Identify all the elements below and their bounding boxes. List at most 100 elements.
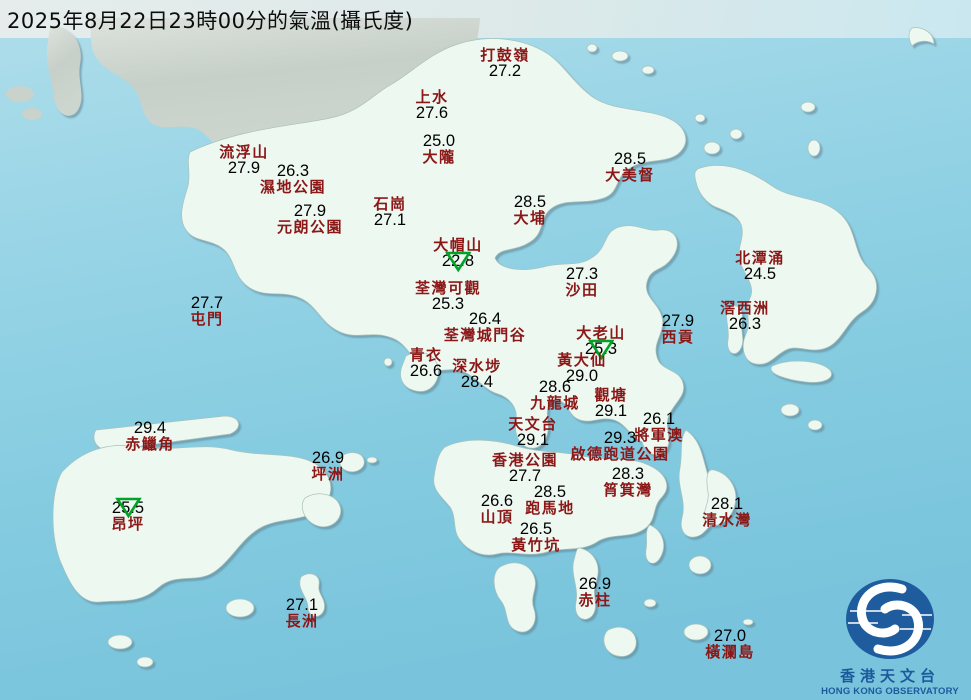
hko-logo-icon: [842, 577, 938, 661]
station-value: 27.0: [705, 628, 755, 645]
station-label: 香港公園27.7: [492, 453, 558, 485]
station-label: 26.9赤柱: [578, 576, 611, 608]
station-label: 28.6九龍城: [530, 379, 580, 411]
station-name: 長洲: [285, 614, 318, 629]
station-label: 27.3沙田: [565, 266, 598, 298]
station-name: 荃灣城門谷: [444, 328, 527, 343]
station-value: 25.0: [422, 133, 455, 150]
station-name: 啟德跑道公園: [570, 447, 669, 462]
station-value: 26.4: [444, 311, 527, 328]
station-label: 25.0大隴: [422, 133, 455, 165]
station-value: 26.9: [578, 576, 611, 593]
station-name: 大美督: [605, 168, 655, 183]
hko-logo-english: HONG KONG OBSERVATORY: [815, 686, 965, 698]
station-name: 北潭涌: [735, 251, 785, 266]
station-value: 24.5: [735, 266, 785, 283]
station-label: 27.7屯門: [190, 295, 223, 327]
station-label: 青衣26.6: [409, 348, 442, 380]
station-value: 26.5: [511, 521, 561, 538]
station-name: 深水埗: [452, 359, 502, 374]
station-name: 坪洲: [311, 467, 344, 482]
station-name: 元朗公園: [277, 220, 343, 235]
station-value: 29.3: [570, 430, 669, 447]
station-value: 27.1: [373, 212, 406, 229]
station-name: 清水灣: [702, 513, 752, 528]
station-label: 25.5昂坪: [111, 500, 144, 532]
station-label: 28.5大美督: [605, 151, 655, 183]
station-name: 西貢: [661, 330, 694, 345]
station-name: 屯門: [190, 312, 223, 327]
station-label: 天文台29.1: [508, 417, 558, 449]
station-label: 26.9坪洲: [311, 450, 344, 482]
station-name: 天文台: [508, 417, 558, 432]
station-label: 28.5跑馬地: [525, 484, 575, 516]
hko-logo: 香港天文台 HONG KONG OBSERVATORY: [815, 577, 965, 698]
station-name: 橫瀾島: [705, 645, 755, 660]
station-value: 27.2: [480, 63, 530, 80]
station-name: 九龍城: [530, 396, 580, 411]
station-name: 香港公園: [492, 453, 558, 468]
station-name: 滘西洲: [720, 301, 770, 316]
station-name: 赤鱲角: [125, 437, 175, 452]
station-value: 28.3: [603, 466, 653, 483]
station-name: 打鼓嶺: [480, 48, 530, 63]
station-label: 29.4赤鱲角: [125, 420, 175, 452]
station-value: 26.6: [480, 493, 513, 510]
station-name: 青衣: [409, 348, 442, 363]
station-label: 上水27.6: [415, 90, 448, 122]
station-value: 28.1: [702, 496, 752, 513]
station-label: 北潭涌24.5: [735, 251, 785, 283]
station-label: 大帽山22.8: [433, 238, 483, 270]
station-label: 打鼓嶺27.2: [480, 48, 530, 80]
station-value: 29.4: [125, 420, 175, 437]
station-name: 石崗: [373, 197, 406, 212]
station-value: 27.9: [661, 313, 694, 330]
hko-logo-chinese: 香港天文台: [815, 667, 965, 686]
station-value: 28.5: [605, 151, 655, 168]
station-value: 28.5: [513, 194, 546, 211]
station-value: 28.4: [452, 374, 502, 391]
station-name: 荃灣可觀: [415, 281, 481, 296]
station-label: 荃灣可觀25.3: [415, 281, 481, 313]
station-label: 28.5大埔: [513, 194, 546, 226]
station-value: 22.8: [433, 253, 483, 270]
station-name: 流浮山: [219, 145, 269, 160]
temperature-map-screen: 2025年8月22日23時00分的氣溫(攝氏度) 打鼓嶺27.2上水27.625…: [0, 0, 971, 700]
station-label: 27.9元朗公園: [277, 203, 343, 235]
station-label: 石崗27.1: [373, 197, 406, 229]
station-label: 28.3筲箕灣: [603, 466, 653, 498]
station-label: 26.4荃灣城門谷: [444, 311, 527, 343]
station-name: 筲箕灣: [603, 483, 653, 498]
station-value: 27.3: [565, 266, 598, 283]
station-name: 上水: [415, 90, 448, 105]
station-name: 山頂: [480, 510, 513, 525]
station-name: 觀塘: [594, 388, 627, 403]
station-value: 26.9: [311, 450, 344, 467]
station-label: 觀塘29.1: [594, 388, 627, 420]
station-label: 滘西洲26.3: [720, 301, 770, 333]
station-value: 27.7: [190, 295, 223, 312]
station-label: 深水埗28.4: [452, 359, 502, 391]
station-value: 28.5: [525, 484, 575, 501]
station-name: 濕地公園: [260, 180, 326, 195]
station-value: 27.6: [415, 105, 448, 122]
station-label: 29.3啟德跑道公園: [570, 430, 669, 462]
station-label: 26.5黃竹坑: [511, 521, 561, 553]
station-value: 25.5: [111, 500, 144, 517]
station-name: 黃大仙: [557, 353, 607, 368]
station-value: 26.3: [720, 316, 770, 333]
station-name: 黃竹坑: [511, 538, 561, 553]
station-label: 26.3濕地公園: [260, 163, 326, 195]
station-value: 29.1: [508, 432, 558, 449]
station-name: 大埔: [513, 211, 546, 226]
station-name: 大隴: [422, 150, 455, 165]
station-value: 28.6: [530, 379, 580, 396]
station-name: 跑馬地: [525, 501, 575, 516]
station-label: 27.0橫瀾島: [705, 628, 755, 660]
station-label: 28.1清水灣: [702, 496, 752, 528]
station-value: 27.9: [277, 203, 343, 220]
station-label: 26.6山頂: [480, 493, 513, 525]
station-label: 27.1長洲: [285, 597, 318, 629]
station-value: 29.1: [594, 403, 627, 420]
station-label: 27.9西貢: [661, 313, 694, 345]
